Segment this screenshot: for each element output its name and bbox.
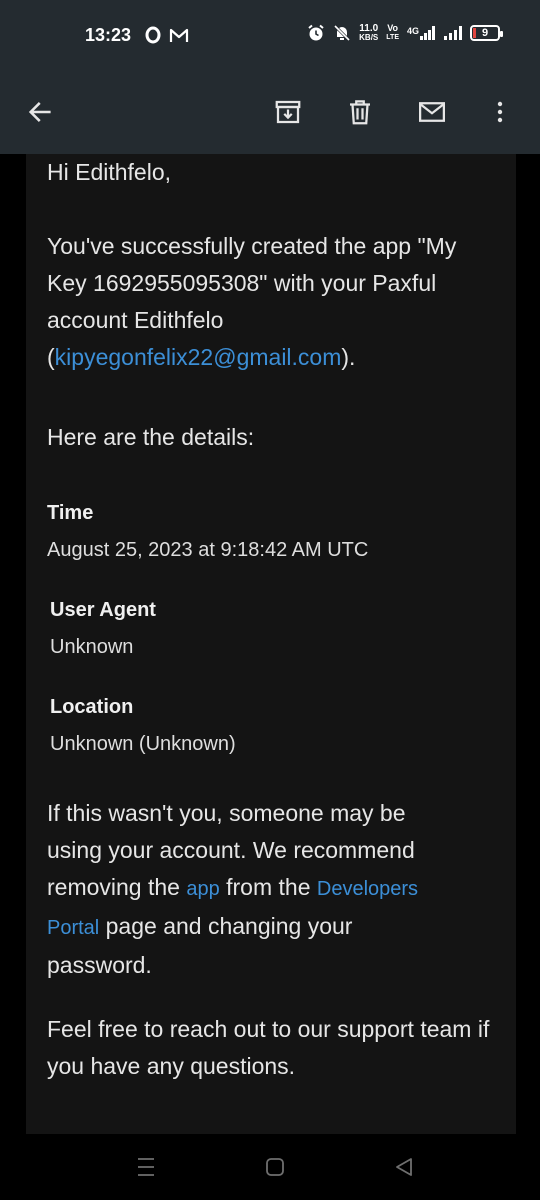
location-label: Location [50,696,134,718]
gmail-icon [169,28,189,42]
system-back-button[interactable] [389,1152,419,1182]
alarm-icon [308,24,324,41]
back-arrow-icon [28,102,51,122]
mute-icon [334,24,351,42]
location-value: Unknown (Unknown) [50,733,236,755]
archive-icon [275,100,301,124]
status-time: 13:23 [85,25,132,45]
more-options-button[interactable] [478,90,522,134]
app-link[interactable]: app [186,878,219,900]
recent-apps-button[interactable] [131,1152,161,1182]
back-button[interactable] [18,90,62,134]
time-value: August 25, 2023 at 9:18:42 AM UTC [47,539,369,561]
email-body[interactable]: Hi Edithfelo, You've successfully create… [0,154,540,1134]
opera-icon [145,26,161,44]
user-agent-label: User Agent [50,599,156,621]
network-speed: 11.0 KB/S [359,23,379,43]
support-paragraph: Feel free to reach out to our support te… [47,1016,490,1079]
volte-indicator: Vo LTE [386,23,399,42]
signal-4g-icon: 4G [407,26,436,40]
more-vert-icon [497,101,503,123]
battery-icon: 9 [470,25,503,41]
greeting: Hi Edithfelo, [47,159,172,185]
system-nav-bar [0,1134,540,1200]
home-icon [266,1158,284,1176]
creation-paragraph: You've successfully created the app "My … [47,233,457,370]
email-address-link[interactable]: kipyegonfelix22@gmail.com [55,344,342,370]
home-button[interactable] [260,1152,290,1182]
mark-unread-icon [419,102,445,122]
delete-button[interactable] [338,90,382,134]
warning-paragraph: If this wasn't you, someone may be using… [47,800,419,978]
user-agent-value: Unknown [50,636,134,658]
mark-unread-button[interactable] [410,90,454,134]
time-label: Time [47,502,94,524]
email-toolbar [0,72,540,154]
recent-apps-icon [138,1158,154,1176]
archive-button[interactable] [266,90,310,134]
back-icon [396,1158,412,1176]
details-intro: Here are the details: [47,424,255,450]
signal-icon [444,26,462,40]
delete-icon [350,100,370,125]
status-bar: 13:23 11.0 KB/S Vo LTE 4G 9 [0,0,540,72]
